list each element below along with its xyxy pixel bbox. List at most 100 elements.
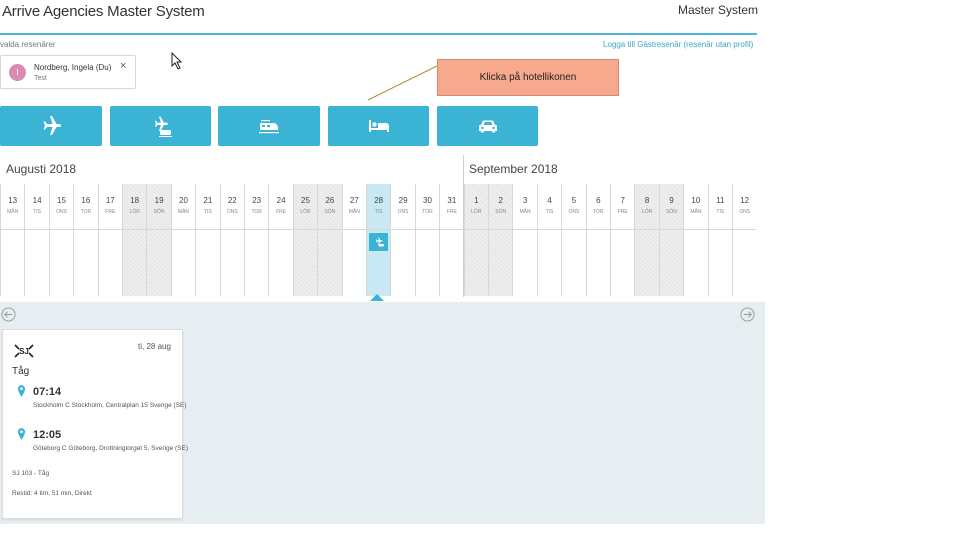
calendar-day[interactable]: 22 ONS xyxy=(219,184,244,296)
avatar: I xyxy=(9,64,26,81)
car-mode-button[interactable] xyxy=(437,106,538,146)
calendar-day[interactable]: 11 TIS xyxy=(707,184,732,296)
day-number: 9 xyxy=(669,196,674,205)
calendar-day-header: 13 MÅN xyxy=(1,184,25,230)
calendar-day-header: 25 LÖR xyxy=(293,184,318,230)
calendar-day[interactable]: 18 LÖR xyxy=(122,184,147,296)
day-name: ONS xyxy=(739,209,751,215)
calendar-day[interactable]: 9 SÖN xyxy=(658,184,684,296)
calendar-day[interactable]: 3 MÅN xyxy=(512,184,537,296)
day-number: 12 xyxy=(740,196,750,205)
day-name: SÖN xyxy=(153,209,165,215)
calendar-day[interactable]: 13 MÅN xyxy=(0,184,25,296)
day-name: ONS xyxy=(568,209,580,215)
day-name: ONS xyxy=(226,209,238,215)
svg-text:SJ: SJ xyxy=(19,347,29,356)
calendar-day-header: 23 TOR xyxy=(245,184,269,230)
trip-type: Tåg xyxy=(12,366,30,377)
calendar-day-header: 18 LÖR xyxy=(123,184,147,230)
calendar-day[interactable]: 24 FRE xyxy=(268,184,293,296)
calendar-day[interactable]: 20 MÅN xyxy=(170,184,196,296)
calendar-day[interactable]: 29 ONS xyxy=(390,184,415,296)
day-name: LÖR xyxy=(300,209,311,215)
day-number: 5 xyxy=(571,196,577,205)
arrow-right-icon[interactable] xyxy=(740,307,755,322)
day-number: 28 xyxy=(374,196,384,205)
calendar-day-header: 20 MÅN xyxy=(171,184,196,230)
calendar-day-header: 21 TIS xyxy=(196,184,220,230)
flight-mode-button[interactable] xyxy=(0,106,102,146)
day-number: 21 xyxy=(203,196,213,205)
day-number: 23 xyxy=(252,196,262,205)
calendar-day[interactable]: 12 ONS xyxy=(732,184,757,296)
calendar-day[interactable]: 14 TIS xyxy=(24,184,49,296)
system-name: Master System xyxy=(678,3,759,17)
header-divider xyxy=(0,33,757,35)
calendar-day[interactable]: 27 MÅN xyxy=(341,184,366,296)
calendar-day[interactable]: 31 FRE xyxy=(439,184,464,296)
day-number: 17 xyxy=(105,196,115,205)
day-name: MÅN xyxy=(7,209,19,215)
calendar-day-header: 8 LÖR xyxy=(635,184,659,230)
add-guest-traveler-link[interactable]: Logga till Gästresenär (resenär utan pro… xyxy=(603,40,753,49)
calendar-day-header: 16 TOR xyxy=(74,184,98,230)
calendar-day-header: 1 LÖR xyxy=(464,184,488,230)
calendar-day[interactable]: 15 ONS xyxy=(48,184,74,296)
day-name: MÅN xyxy=(348,209,360,215)
calendar-day-header: 4 TIS xyxy=(537,184,562,230)
travel-duration: Restid: 4 tim, 51 min, Direkt xyxy=(12,490,92,497)
day-number: 30 xyxy=(423,196,432,205)
day-number: 1 xyxy=(474,196,479,205)
trip-card[interactable]: SJ ti, 28 aug Tåg 07:14 Stockholm C Stoc… xyxy=(2,329,188,519)
day-name: MÅN xyxy=(519,209,531,215)
instruction-callout: Klicka på hotellikonen xyxy=(437,59,619,96)
calendar-day[interactable]: 5 ONS xyxy=(561,184,586,296)
calendar-day-header: 26 SÖN xyxy=(318,184,342,230)
remove-traveler-close-icon[interactable]: × xyxy=(120,60,126,72)
calendar-day-header: 14 TIS xyxy=(25,184,49,230)
calendar-day[interactable]: 17 FRE xyxy=(97,184,122,296)
flight-train-mode-button[interactable] xyxy=(110,106,211,146)
calendar-day-header: 30 TOR xyxy=(415,184,440,230)
calendar-day[interactable]: 26 SÖN xyxy=(317,184,342,296)
calendar-day[interactable]: 2 SÖN xyxy=(488,184,513,296)
calendar-day[interactable]: 7 FRE xyxy=(610,184,635,296)
arrow-left-icon[interactable] xyxy=(1,307,16,322)
day-number: 3 xyxy=(522,196,528,205)
calendar-day-header: 24 FRE xyxy=(269,184,293,230)
plane-train-icon xyxy=(375,237,384,247)
mouse-cursor-icon xyxy=(171,52,183,70)
calendar-day[interactable]: 16 TOR xyxy=(73,184,98,296)
day-number: 27 xyxy=(349,196,359,205)
month-label-september: September 2018 xyxy=(469,162,558,176)
day-name: TOR xyxy=(251,209,262,215)
calendar-day[interactable]: 21 TIS xyxy=(195,184,220,296)
hotel-mode-button[interactable] xyxy=(328,106,429,146)
day-number: 16 xyxy=(81,196,91,205)
calendar-day[interactable]: 19 SÖN xyxy=(146,184,171,296)
day-name: SÖN xyxy=(495,209,507,215)
day-name: TIS xyxy=(374,209,383,215)
calendar-day[interactable]: 30 TOR xyxy=(414,184,440,296)
calendar-day[interactable]: 4 TIS xyxy=(536,184,562,296)
traveler-subtitle: Test xyxy=(34,75,47,82)
calendar-day[interactable]: 1 LÖR xyxy=(463,184,488,296)
calendar-day[interactable]: 23 TOR xyxy=(244,184,269,296)
day-name: TIS xyxy=(716,209,725,215)
traveler-chip: I Nordberg, Ingela (Du) Test × xyxy=(0,55,136,89)
day-name: FRE xyxy=(105,209,116,215)
calendar-day[interactable]: 10 MÅN xyxy=(683,184,708,296)
day-name: TOR xyxy=(593,209,604,215)
day-name: FRE xyxy=(446,209,457,215)
day-number: 11 xyxy=(716,196,725,205)
calendar-day[interactable]: 8 LÖR xyxy=(634,184,659,296)
calendar-day-header: 22 ONS xyxy=(220,184,244,230)
trip-marker[interactable] xyxy=(369,233,388,251)
train-mode-button[interactable] xyxy=(218,106,320,146)
calendar-day-header: 19 SÖN xyxy=(147,184,171,230)
calendar-day-header: 11 TIS xyxy=(708,184,732,230)
calendar-day[interactable]: 25 LÖR xyxy=(292,184,318,296)
calendar-day-header: 29 ONS xyxy=(391,184,415,230)
calendar-day[interactable]: 6 TOR xyxy=(585,184,610,296)
day-number: 4 xyxy=(547,196,552,205)
